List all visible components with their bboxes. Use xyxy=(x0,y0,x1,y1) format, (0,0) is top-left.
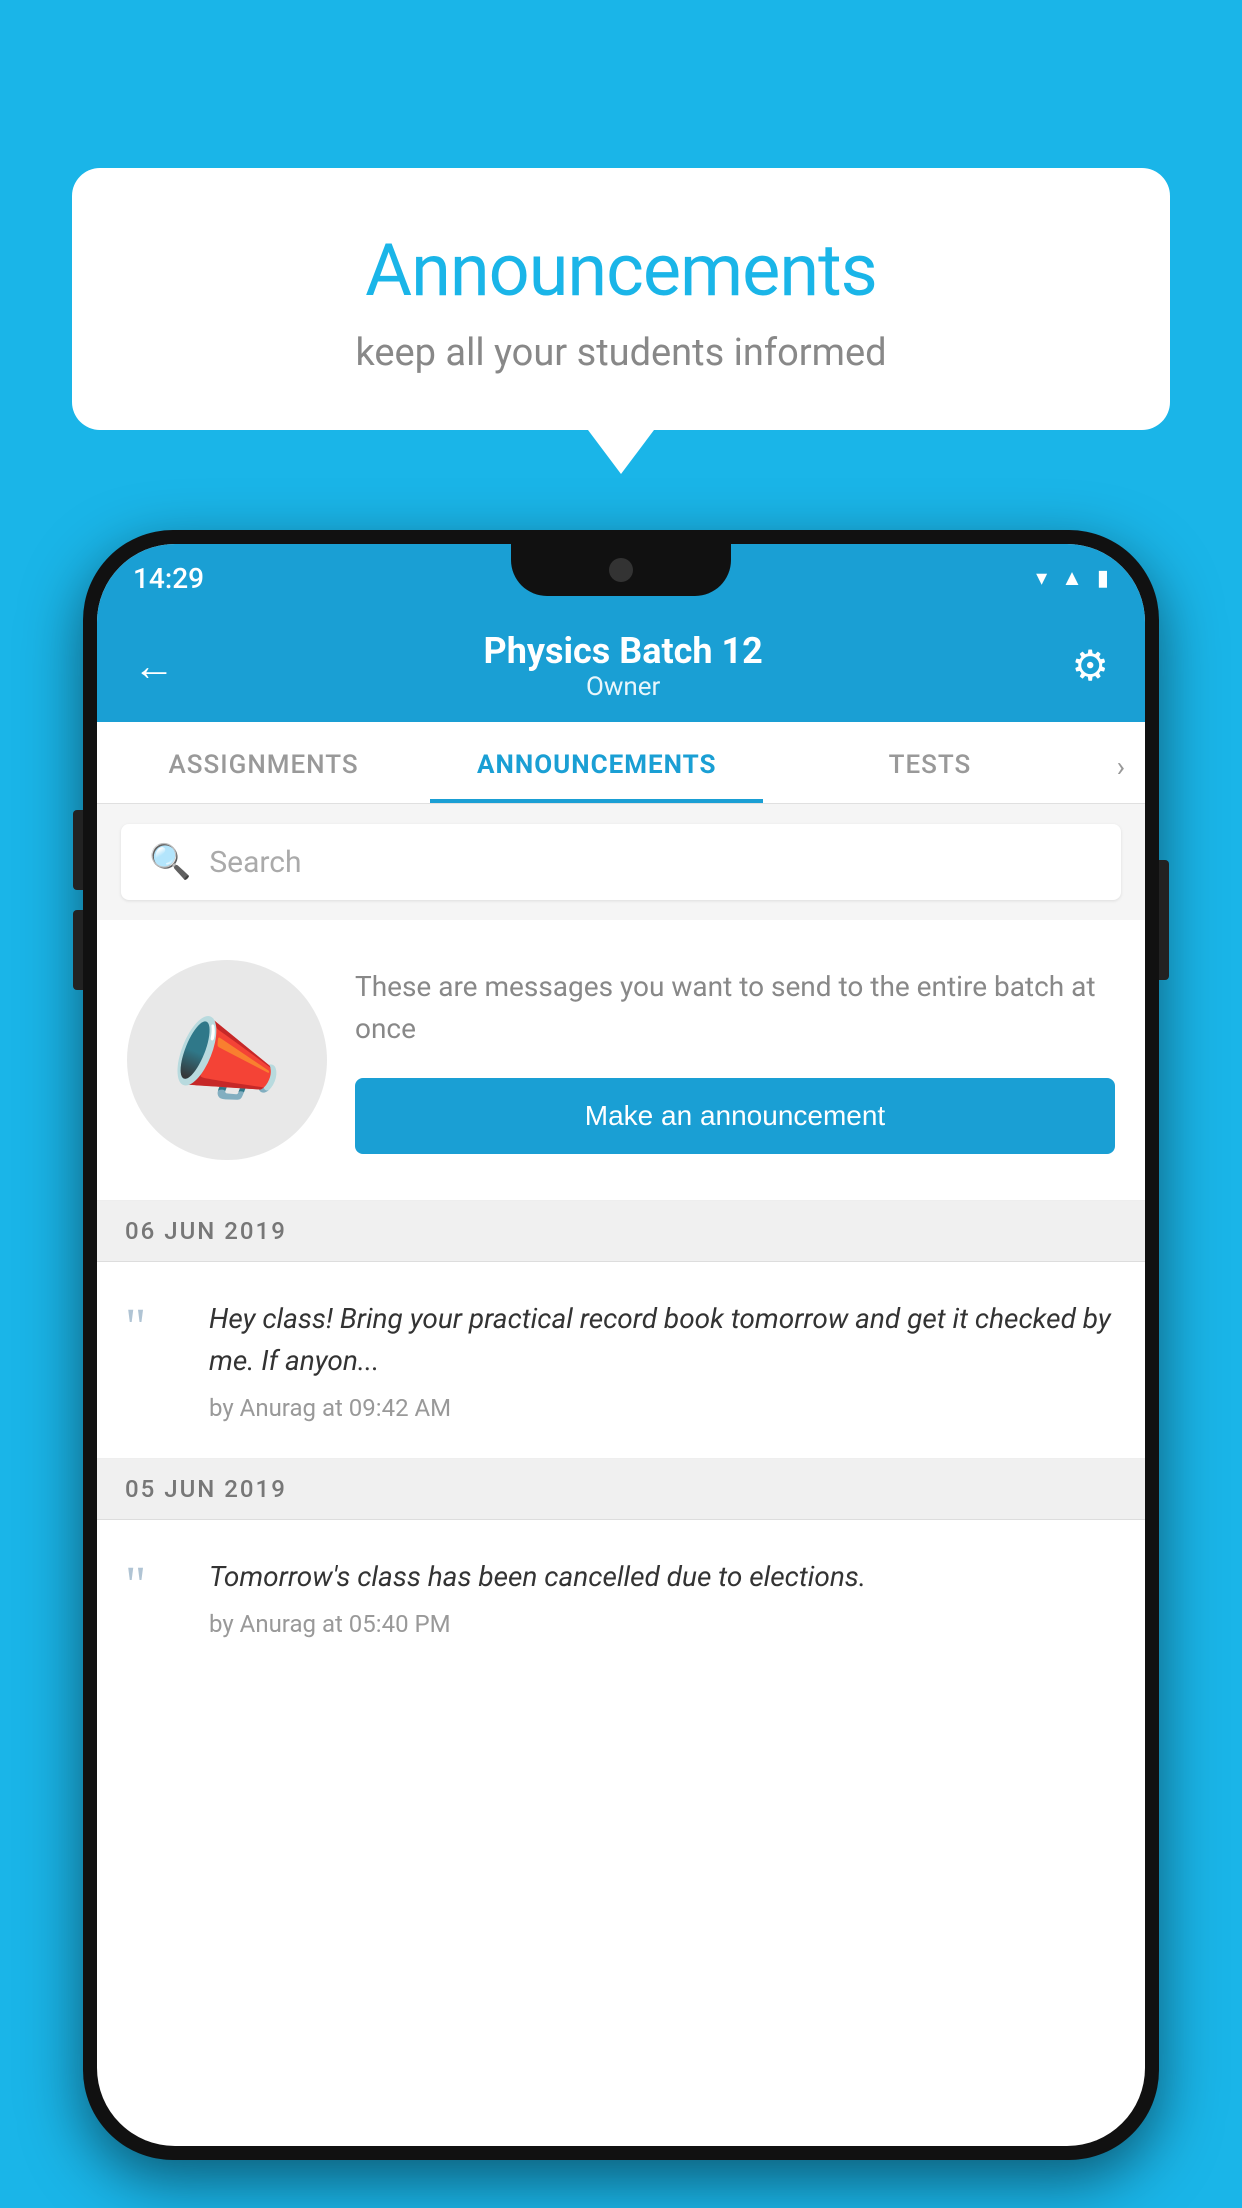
phone-outer: 14:29 ▾ ▲ ▮ ← Physics Batch 12 Owner ⚙ A… xyxy=(83,530,1159,2160)
battery-icon: ▮ xyxy=(1097,566,1109,591)
announcement-meta-2: by Anurag at 05:40 PM xyxy=(209,1610,1117,1638)
announcement-item-1[interactable]: " Hey class! Bring your practical record… xyxy=(97,1262,1145,1459)
status-icons: ▾ ▲ ▮ xyxy=(1036,565,1109,591)
announcement-item-2[interactable]: " Tomorrow's class has been cancelled du… xyxy=(97,1520,1145,1674)
header-subtitle: Owner xyxy=(484,672,763,702)
announcement-content-2: Tomorrow's class has been cancelled due … xyxy=(209,1556,1117,1638)
search-container: 🔍 Search xyxy=(97,804,1145,920)
side-button-right xyxy=(1159,860,1169,980)
bubble-subtitle: keep all your students informed xyxy=(122,331,1120,375)
date-label-2: 05 JUN 2019 xyxy=(125,1475,287,1503)
bubble-title: Announcements xyxy=(122,228,1120,313)
back-button[interactable]: ← xyxy=(133,642,175,691)
tab-more[interactable]: › xyxy=(1097,722,1145,803)
search-icon: 🔍 xyxy=(149,842,191,882)
search-bar[interactable]: 🔍 Search xyxy=(121,824,1121,900)
wifi-icon: ▾ xyxy=(1036,566,1047,591)
date-section-1: 06 JUN 2019 xyxy=(97,1201,1145,1262)
status-time: 14:29 xyxy=(133,562,204,595)
promo-icon-circle: 📣 xyxy=(127,960,327,1160)
tab-tests[interactable]: TESTS xyxy=(763,722,1096,803)
side-button-left2 xyxy=(73,910,83,990)
make-announcement-button[interactable]: Make an announcement xyxy=(355,1078,1115,1154)
signal-icon: ▲ xyxy=(1061,565,1083,591)
phone-notch xyxy=(511,544,731,596)
tab-announcements[interactable]: ANNOUNCEMENTS xyxy=(430,722,763,803)
header-title: Physics Batch 12 xyxy=(484,630,763,672)
date-section-2: 05 JUN 2019 xyxy=(97,1459,1145,1520)
tab-assignments[interactable]: ASSIGNMENTS xyxy=(97,722,430,803)
promo-section: 📣 These are messages you want to send to… xyxy=(97,920,1145,1201)
app-header: ← Physics Batch 12 Owner ⚙ xyxy=(97,612,1145,722)
speech-bubble-container: Announcements keep all your students inf… xyxy=(72,168,1170,430)
phone-screen: 14:29 ▾ ▲ ▮ ← Physics Batch 12 Owner ⚙ A… xyxy=(97,544,1145,2146)
date-label-1: 06 JUN 2019 xyxy=(125,1217,287,1245)
announcement-meta-1: by Anurag at 09:42 AM xyxy=(209,1394,1117,1422)
tabs-bar: ASSIGNMENTS ANNOUNCEMENTS TESTS › xyxy=(97,722,1145,804)
speech-bubble: Announcements keep all your students inf… xyxy=(72,168,1170,430)
promo-description: These are messages you want to send to t… xyxy=(355,966,1115,1050)
search-input[interactable]: Search xyxy=(209,845,301,880)
announcement-text-2: Tomorrow's class has been cancelled due … xyxy=(209,1556,1117,1598)
camera-dot xyxy=(609,558,633,582)
announcement-text-1: Hey class! Bring your practical record b… xyxy=(209,1298,1117,1382)
side-button-left1 xyxy=(73,810,83,890)
announcement-content-1: Hey class! Bring your practical record b… xyxy=(209,1298,1117,1422)
phone-wrapper: 14:29 ▾ ▲ ▮ ← Physics Batch 12 Owner ⚙ A… xyxy=(83,530,1159,2160)
megaphone-icon: 📣 xyxy=(171,1008,283,1113)
quote-icon-2: " xyxy=(125,1560,185,1612)
header-center: Physics Batch 12 Owner xyxy=(484,630,763,702)
quote-icon-1: " xyxy=(125,1302,185,1354)
promo-right: These are messages you want to send to t… xyxy=(355,966,1115,1154)
settings-button[interactable]: ⚙ xyxy=(1071,641,1109,691)
